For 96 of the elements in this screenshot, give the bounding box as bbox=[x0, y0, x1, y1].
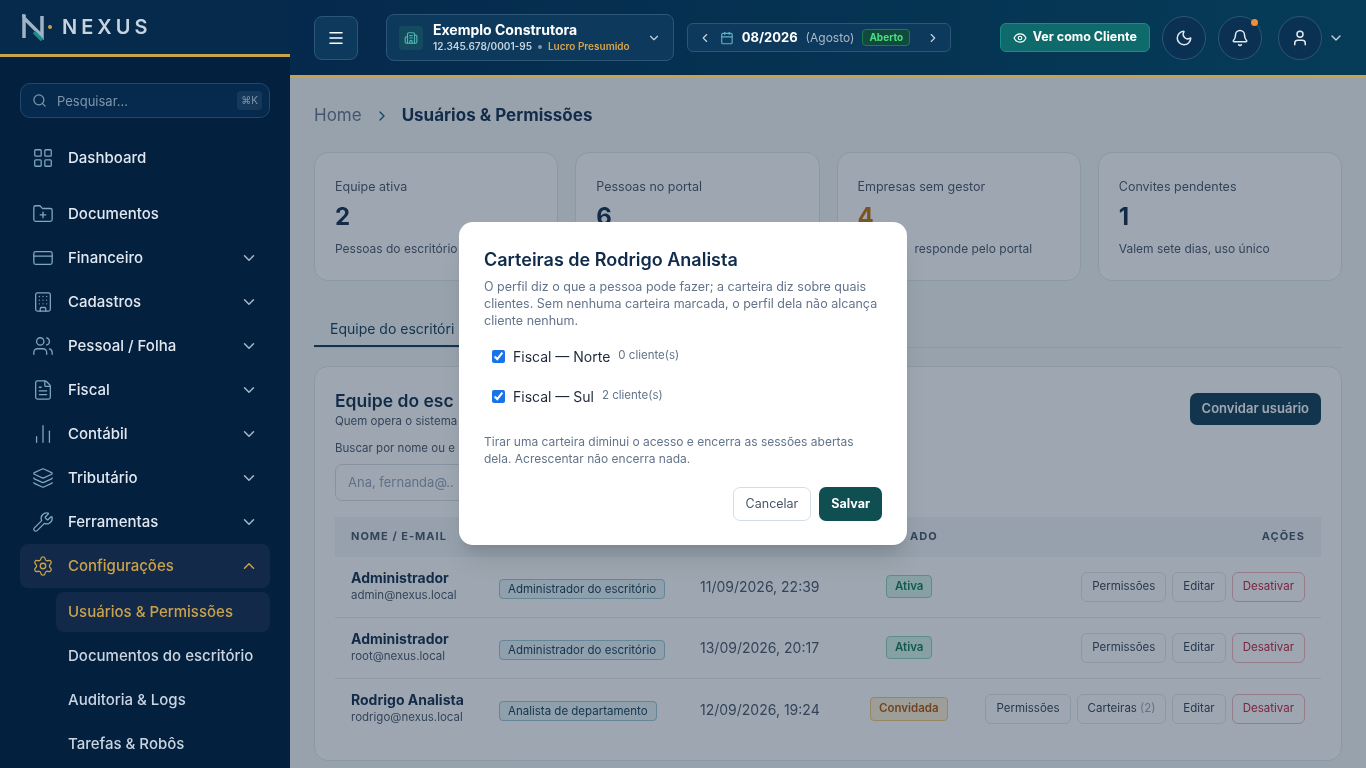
wrench-icon bbox=[32, 511, 54, 533]
wallet-name: Fiscal — Norte bbox=[513, 346, 611, 367]
breadcrumb-current: Usuários & Permissões bbox=[401, 104, 593, 128]
calendar-icon bbox=[719, 30, 734, 45]
sidebar-item[interactable]: Fiscal bbox=[20, 368, 270, 412]
client-view-button[interactable]: Ver como Cliente bbox=[999, 23, 1150, 52]
row-action-button[interactable]: Permissões bbox=[985, 694, 1071, 724]
sidebar-item[interactable]: Documentos bbox=[20, 192, 270, 236]
row-action-button[interactable]: Permissões bbox=[1081, 571, 1167, 602]
period-status: Aberto bbox=[862, 29, 911, 46]
last-access-date: 13/09/2026, 20:17 bbox=[700, 638, 821, 658]
row-action-button[interactable]: Permissões bbox=[1081, 632, 1167, 663]
company-name: Exemplo Construtora bbox=[433, 21, 579, 39]
sidebar-item[interactable]: Dashboard bbox=[20, 136, 270, 180]
building-icon bbox=[32, 291, 54, 313]
user-email: rodrigo@nexus.local bbox=[351, 709, 464, 727]
row-action-button[interactable]: Desativar bbox=[1231, 694, 1305, 724]
role-tag: Analista de departamento bbox=[499, 701, 657, 721]
last-access-date: 11/09/2026, 22:39 bbox=[700, 577, 821, 597]
sidebar-item[interactable]: Financeiro bbox=[20, 236, 270, 280]
user-name: Administrador bbox=[351, 629, 450, 648]
company-cnpj: 12.345.678/0001-95 bbox=[433, 39, 532, 54]
status-tag: Ativa bbox=[886, 635, 933, 660]
sidebar-item[interactable]: Contábil bbox=[20, 412, 270, 456]
logo-text: NEXUS bbox=[62, 14, 152, 41]
row-action-button[interactable]: Carteiras (2) bbox=[1076, 694, 1167, 724]
user-email: admin@nexus.local bbox=[351, 586, 458, 604]
cancel-button[interactable]: Cancelar bbox=[732, 487, 812, 521]
user-menu-button[interactable] bbox=[1278, 15, 1322, 60]
company-icon bbox=[399, 25, 423, 50]
eye-icon bbox=[1012, 30, 1027, 45]
sidebar-item[interactable]: Tributário bbox=[20, 456, 270, 500]
folder-plus-icon bbox=[32, 203, 54, 225]
menu-button[interactable] bbox=[314, 15, 358, 60]
status-tag: Ativa bbox=[886, 574, 933, 599]
company-selector[interactable]: Exemplo Construtora 12.345.678/0001-95 Lucro Presumido bbox=[386, 14, 674, 61]
notifications-button[interactable] bbox=[1218, 15, 1262, 60]
users-icon bbox=[32, 335, 54, 357]
sidebar-item[interactable]: Cadastros bbox=[20, 280, 270, 324]
save-button[interactable]: Salvar bbox=[819, 487, 882, 521]
invite-user-button[interactable]: Convidar usuário bbox=[1189, 393, 1321, 425]
dialog-note: Tirar uma carteira diminui o acesso e encerra as sessões abertas dela. Acrescentar não encerra nada. bbox=[484, 433, 855, 467]
wallet-count: 2 cliente(s) bbox=[601, 387, 663, 405]
layers-icon bbox=[32, 467, 54, 489]
role-tag: Administrador do escritório bbox=[499, 578, 666, 599]
column-header: ADO bbox=[910, 528, 938, 545]
sidebar-item[interactable]: Ferramentas bbox=[20, 500, 270, 544]
sidebar-subitem[interactable]: Tarefas & Robôs bbox=[56, 724, 270, 764]
section-subtitle: Quem opera o sistema bbox=[335, 413, 458, 430]
status-tag: Convidada bbox=[870, 697, 948, 721]
sidebar-item[interactable]: Configurações bbox=[20, 544, 270, 588]
stat-note: Pessoas do escritório bbox=[335, 240, 458, 258]
user-name: Administrador bbox=[351, 568, 450, 587]
sidebar-subitem[interactable]: Documentos do escritório bbox=[56, 636, 270, 676]
sidebar-subitem[interactable]: Usuários & Permissões bbox=[56, 592, 270, 632]
user-email: root@nexus.local bbox=[351, 647, 447, 665]
period-value: 08/2026 bbox=[741, 27, 798, 47]
bell-icon bbox=[1231, 28, 1249, 47]
sidebar-item[interactable]: Pessoal / Folha bbox=[20, 324, 270, 368]
role-tag: Administrador do escritório bbox=[499, 639, 666, 660]
dialog-description: O perfil diz o que a pessoa pode fazer; a carteira diz sobre quais clientes. Sem nenhuma carteira marcada, o perfil dela não alcança cliente nenhum. bbox=[484, 278, 879, 329]
stat-note: Valem sete dias, uso único bbox=[1118, 240, 1270, 258]
moon-icon bbox=[1175, 28, 1193, 47]
row-action-button[interactable]: Editar bbox=[1172, 694, 1226, 724]
document-icon bbox=[32, 379, 54, 401]
stat-value: 1 bbox=[1118, 201, 1130, 233]
user-name: Rodrigo Analista bbox=[351, 691, 465, 710]
stat-label: Equipe ativa bbox=[335, 179, 409, 195]
period-month: (Agosto) bbox=[805, 28, 855, 47]
stat-label: Convites pendentes bbox=[1118, 179, 1238, 195]
sidebar-subitem[interactable]: Auditoria & Logs bbox=[56, 680, 270, 720]
last-access-date: 12/09/2026, 19:24 bbox=[700, 699, 821, 720]
row-action-button[interactable]: Desativar bbox=[1231, 571, 1305, 602]
wallet-name: Fiscal — Sul bbox=[513, 386, 594, 407]
column-header: NOME / E-MAIL bbox=[351, 528, 448, 545]
user-icon bbox=[1291, 28, 1309, 47]
row-action-button[interactable]: Desativar bbox=[1231, 632, 1305, 663]
row-action-button[interactable]: Editar bbox=[1172, 632, 1226, 663]
search-icon bbox=[32, 93, 47, 108]
settings-icon bbox=[32, 555, 54, 577]
tax-regime: Lucro Presumido bbox=[547, 39, 630, 54]
shortcut-hint: ⌘K bbox=[237, 91, 262, 110]
stat-label: Empresas sem gestor bbox=[857, 179, 987, 195]
dialog-title: Carteiras de Rodrigo Analista bbox=[484, 248, 739, 272]
theme-toggle-button[interactable] bbox=[1162, 15, 1206, 60]
stat-label: Pessoas no portal bbox=[596, 179, 704, 195]
stat-note: responde pelo portal bbox=[914, 240, 1033, 258]
section-title: Equipe do esc bbox=[335, 389, 454, 413]
column-header: AÇÕES bbox=[1261, 528, 1305, 545]
stat-value: 2 bbox=[335, 201, 351, 233]
wallet-checkbox[interactable] bbox=[492, 389, 505, 403]
wallet-checkbox[interactable] bbox=[492, 349, 505, 363]
grid-icon bbox=[32, 147, 54, 169]
wallet-count: 0 cliente(s) bbox=[618, 347, 680, 365]
search-label: Buscar por nome ou e bbox=[335, 440, 455, 458]
row-action-button[interactable]: Editar bbox=[1172, 571, 1226, 602]
